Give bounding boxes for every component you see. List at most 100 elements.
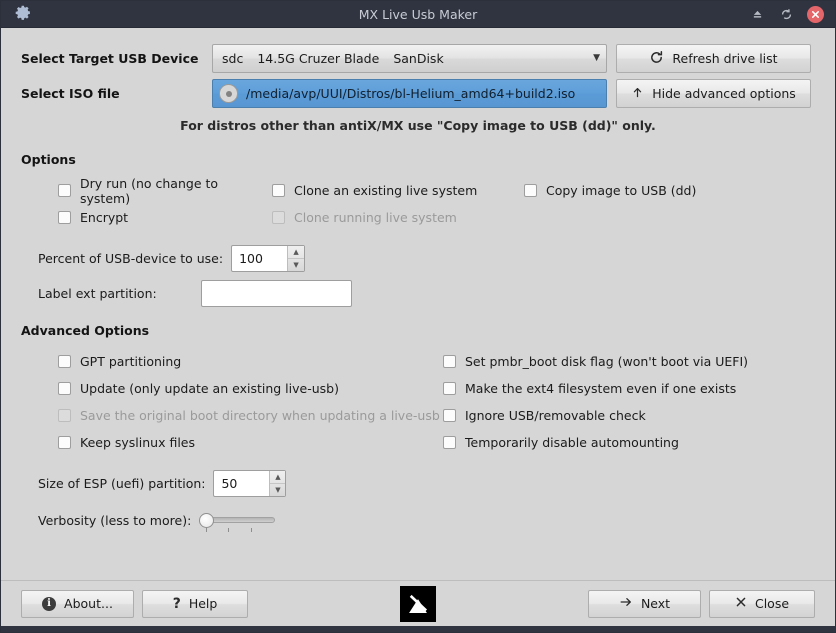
device-vendor: SanDisk bbox=[393, 51, 444, 66]
checkbox-copy-image-to-usb-dd[interactable]: Copy image to USB (dd) bbox=[524, 183, 815, 198]
next-button-label: Next bbox=[640, 596, 671, 611]
label-ext-partition-field[interactable] bbox=[201, 281, 351, 306]
advanced-row-4: Keep syslinux files Temporarily disable … bbox=[21, 429, 815, 456]
checkbox-box bbox=[272, 211, 285, 224]
close-button-label: Close bbox=[754, 596, 790, 611]
about-button-label: About... bbox=[64, 596, 113, 611]
esp-size-label: Size of ESP (uefi) partition: bbox=[38, 476, 206, 491]
slider-ticks bbox=[206, 528, 273, 533]
label-ext-partition-label: Label ext partition: bbox=[38, 286, 157, 301]
chevron-down-icon: ▼ bbox=[593, 53, 600, 63]
target-device-label: Select Target USB Device bbox=[21, 51, 199, 66]
advanced-options-section-title: Advanced Options bbox=[21, 323, 150, 338]
checkbox-box bbox=[58, 211, 71, 224]
refresh-drive-list-button[interactable]: Refresh drive list bbox=[616, 44, 811, 73]
arrow-up-icon bbox=[631, 86, 644, 102]
advanced-row-1: GPT partitioning Set pmbr_boot disk flag… bbox=[21, 348, 815, 375]
footer-right-buttons: Next Close bbox=[588, 589, 815, 618]
main-content: Select Target USB Device sdc 14.5G Cruze… bbox=[1, 28, 835, 580]
checkbox-box bbox=[443, 436, 456, 449]
disc-icon bbox=[219, 84, 238, 103]
spinbox-up-icon[interactable]: ▲ bbox=[270, 471, 286, 484]
advanced-checkbox-grid: GPT partitioning Set pmbr_boot disk flag… bbox=[21, 348, 815, 456]
checkbox-label: GPT partitioning bbox=[80, 354, 182, 369]
percent-usb-row: Percent of USB-device to use: 100 ▲ ▼ bbox=[21, 245, 815, 272]
checkbox-update-existing-live-usb[interactable]: Update (only update an existing live-usb… bbox=[58, 381, 443, 396]
checkbox-label: Keep syslinux files bbox=[80, 435, 195, 450]
checkbox-clone-running-live-system: Clone running live system bbox=[272, 210, 524, 225]
esp-size-row: Size of ESP (uefi) partition: 50 ▲ ▼ bbox=[21, 470, 815, 497]
distro-hint-text: For distros other than antiX/MX use "Cop… bbox=[180, 118, 656, 133]
checkbox-box bbox=[443, 355, 456, 368]
antix-mx-logo bbox=[400, 585, 436, 622]
checkbox-box bbox=[524, 184, 537, 197]
checkbox-box bbox=[58, 355, 71, 368]
device-name: sdc bbox=[222, 51, 244, 66]
footer-bar: i About... ? Help Next Close bbox=[1, 580, 835, 626]
about-button[interactable]: i About... bbox=[21, 589, 134, 618]
checkbox-temporarily-disable-automounting[interactable]: Temporarily disable automounting bbox=[443, 435, 815, 450]
checkbox-label: Set pmbr_boot disk flag (won't boot via … bbox=[465, 354, 749, 369]
options-checkbox-grid: Dry run (no change to system) Clone an e… bbox=[21, 176, 815, 231]
target-device-row: Select Target USB Device sdc 14.5G Cruze… bbox=[21, 44, 815, 73]
checkbox-label: Clone running live system bbox=[294, 210, 457, 225]
esp-size-value: 50 bbox=[221, 476, 238, 491]
checkbox-make-ext4-filesystem[interactable]: Make the ext4 filesystem even if one exi… bbox=[443, 381, 815, 396]
window-bottom-edge bbox=[1, 626, 835, 632]
spinbox-arrows[interactable]: ▲ ▼ bbox=[269, 471, 286, 496]
window-title: MX Live Usb Maker bbox=[358, 6, 478, 22]
close-icon[interactable] bbox=[807, 5, 824, 23]
checkbox-label: Save the original boot directory when up… bbox=[80, 408, 440, 423]
advanced-row-2: Update (only update an existing live-usb… bbox=[21, 375, 815, 402]
next-button[interactable]: Next bbox=[588, 589, 701, 618]
checkbox-label: Dry run (no change to system) bbox=[80, 175, 219, 206]
spinbox-arrows[interactable]: ▲ ▼ bbox=[287, 246, 305, 271]
slider-track[interactable] bbox=[206, 517, 276, 523]
help-button[interactable]: ? Help bbox=[142, 589, 248, 618]
spinbox-down-icon[interactable]: ▼ bbox=[270, 484, 285, 496]
checkbox-box bbox=[58, 409, 71, 422]
checkbox-set-pmbr-boot-flag[interactable]: Set pmbr_boot disk flag (won't boot via … bbox=[443, 354, 815, 369]
checkbox-dry-run[interactable]: Dry run (no change to system) bbox=[58, 176, 272, 206]
iso-file-label: Select ISO file bbox=[21, 86, 120, 101]
refresh-drive-list-label: Refresh drive list bbox=[672, 51, 778, 66]
checkbox-keep-syslinux-files[interactable]: Keep syslinux files bbox=[58, 435, 443, 450]
checkbox-label: Make the ext4 filesystem even if one exi… bbox=[465, 381, 737, 396]
device-size: 14.5G Cruzer Blade bbox=[257, 51, 380, 66]
percent-usb-spinbox[interactable]: 100 ▲ ▼ bbox=[231, 245, 306, 272]
verbosity-label: Verbosity (less to more): bbox=[38, 512, 192, 528]
verbosity-slider[interactable] bbox=[199, 507, 276, 533]
checkbox-label: Ignore USB/removable check bbox=[465, 408, 646, 423]
checkbox-box bbox=[443, 409, 456, 422]
app-window: MX Live Usb Maker Select Target USB Devi… bbox=[0, 0, 836, 633]
checkbox-box bbox=[58, 436, 71, 449]
options-row-2: Encrypt Clone running live system bbox=[21, 204, 815, 231]
checkbox-label: Copy image to USB (dd) bbox=[546, 183, 697, 198]
label-ext-partition-input[interactable] bbox=[200, 280, 352, 307]
checkbox-clone-existing-live-system[interactable]: Clone an existing live system bbox=[272, 183, 524, 198]
maximize-restore-icon[interactable] bbox=[778, 6, 795, 23]
app-icon-container bbox=[1, 4, 45, 24]
spinbox-up-icon[interactable]: ▲ bbox=[288, 246, 305, 259]
checkbox-ignore-usb-removable-check[interactable]: Ignore USB/removable check bbox=[443, 408, 815, 423]
close-button[interactable]: Close bbox=[709, 589, 815, 618]
question-mark-icon: ? bbox=[172, 595, 181, 612]
target-device-combobox[interactable]: sdc 14.5G Cruzer Blade SanDisk ▼ bbox=[212, 44, 607, 73]
slider-handle[interactable] bbox=[199, 513, 215, 528]
window-controls bbox=[749, 5, 835, 23]
info-icon: i bbox=[42, 596, 57, 611]
advanced-row-3: Save the original boot directory when up… bbox=[21, 402, 815, 429]
label-ext-partition-row: Label ext partition: bbox=[21, 280, 815, 307]
checkbox-gpt-partitioning[interactable]: GPT partitioning bbox=[58, 354, 443, 369]
checkbox-label: Temporarily disable automounting bbox=[465, 435, 679, 450]
iso-file-row: Select ISO file /media/avp/UUI/Distros/b… bbox=[21, 79, 815, 108]
esp-size-spinbox[interactable]: 50 ▲ ▼ bbox=[213, 470, 287, 497]
hide-advanced-options-button[interactable]: Hide advanced options bbox=[616, 79, 811, 108]
checkbox-save-original-boot-directory: Save the original boot directory when up… bbox=[58, 408, 443, 423]
checkbox-encrypt[interactable]: Encrypt bbox=[58, 210, 272, 225]
spinbox-down-icon[interactable]: ▼ bbox=[288, 259, 304, 271]
checkbox-box bbox=[272, 184, 285, 197]
iso-file-button[interactable]: /media/avp/UUI/Distros/bl-Helium_amd64+b… bbox=[212, 79, 607, 108]
checkbox-box bbox=[443, 382, 456, 395]
minimize-icon[interactable] bbox=[749, 6, 766, 23]
